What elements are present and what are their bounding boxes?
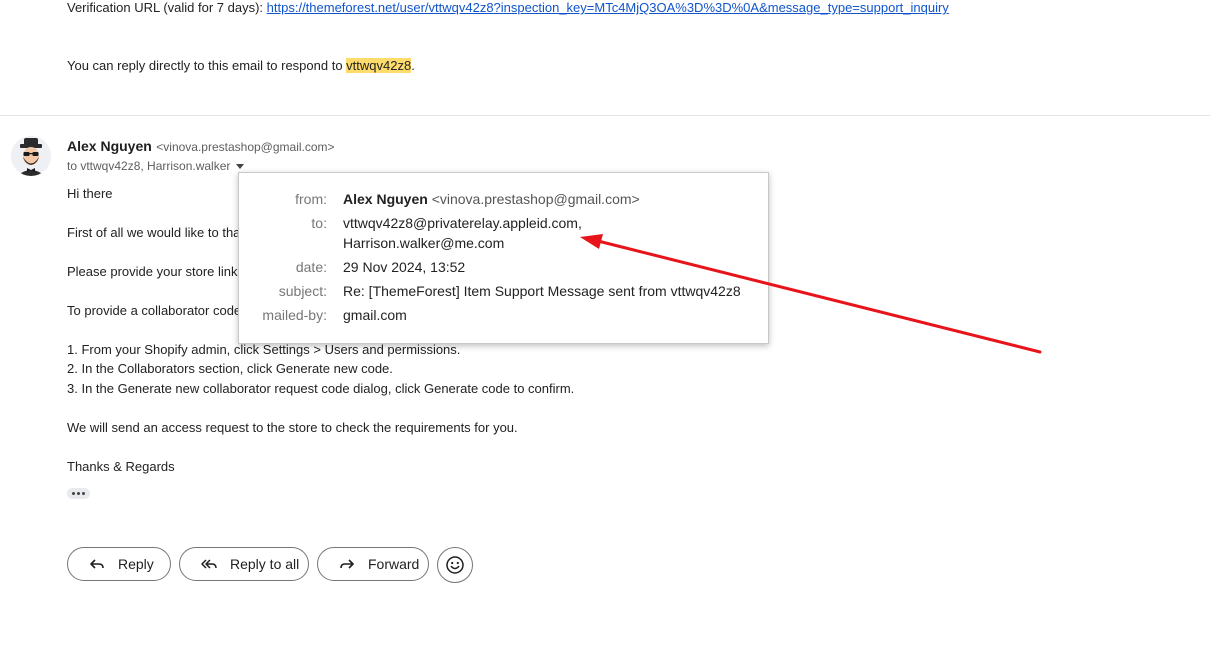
sender-name[interactable]: Alex Nguyen — [67, 138, 152, 154]
date-value: 29 Nov 2024, 13:52 — [343, 259, 466, 275]
more-dots-icon — [72, 492, 75, 495]
from-value: Alex Nguyen <vinova.prestashop@gmail.com… — [343, 189, 640, 209]
message-details-popup: from: Alex Nguyen <vinova.prestashop@gma… — [238, 172, 769, 344]
from-name: Alex Nguyen — [343, 191, 428, 207]
show-trimmed-content-button[interactable] — [67, 488, 90, 499]
reply-info-suffix: . — [411, 58, 415, 73]
reply-all-label: Reply to all — [230, 556, 300, 572]
body-line-2: Please provide your store link — [67, 264, 238, 279]
closing-info: We will send an access request to the st… — [67, 420, 518, 435]
sender-email: <vinova.prestashop@gmail.com> — [156, 140, 335, 154]
to-value-2: Harrison.walker@me.com — [343, 235, 505, 251]
step-3: 3. In the Generate new collaborator requ… — [67, 381, 575, 396]
subject-value: Re: [ThemeForest] Item Support Message s… — [343, 283, 741, 299]
step-1: 1. From your Shopify admin, click Settin… — [67, 342, 461, 357]
verification-link[interactable]: https://themeforest.net/user/vttwqv42z8?… — [267, 0, 949, 15]
from-email: <vinova.prestashop@gmail.com> — [431, 191, 640, 207]
emoji-reaction-button[interactable] — [437, 547, 473, 583]
message-divider — [0, 115, 1210, 116]
body-line-3: To provide a collaborator code — [67, 303, 242, 318]
forward-icon — [338, 555, 356, 573]
reply-info-line: You can reply directly to this email to … — [67, 58, 415, 74]
forward-button[interactable]: Forward — [317, 547, 429, 581]
body-line-1: First of all we would like to tha — [67, 225, 241, 240]
reply-all-icon — [200, 555, 218, 573]
more-dots-icon-dot — [77, 492, 80, 495]
date-label: date: — [295, 259, 327, 275]
recipients-line: to vttwqv42z8, Harrison.walker — [67, 158, 245, 174]
mailed-by-label: mailed-by: — [262, 307, 327, 323]
greeting: Hi there — [67, 186, 113, 201]
reply-all-button[interactable]: Reply to all — [179, 547, 309, 581]
signoff: Thanks & Regards — [67, 459, 175, 474]
sender-line: Alex Nguyen <vinova.prestashop@gmail.com… — [67, 138, 335, 155]
emoji-icon — [446, 556, 464, 574]
reply-info-prefix: You can reply directly to this email to … — [67, 58, 347, 73]
more-dots-icon-dot — [82, 492, 85, 495]
highlighted-username: vttwqv42z8 — [346, 58, 412, 73]
avatar[interactable] — [11, 136, 51, 176]
mailed-by-value: gmail.com — [343, 307, 407, 323]
avatar-hipster-icon — [11, 136, 51, 176]
to-label: to: — [311, 215, 327, 231]
reply-icon — [88, 555, 106, 573]
chevron-down-icon[interactable] — [236, 164, 245, 170]
verification-line: Verification URL (valid for 7 days): htt… — [67, 0, 949, 16]
reply-label: Reply — [118, 556, 154, 572]
from-label: from: — [295, 191, 327, 207]
to-value-1: vttwqv42z8@privaterelay.appleid.com, — [343, 215, 582, 231]
subject-label: subject: — [278, 283, 327, 299]
reply-button[interactable]: Reply — [67, 547, 171, 581]
recipients-summary: to vttwqv42z8, Harrison.walker — [67, 159, 231, 173]
forward-label: Forward — [368, 556, 420, 572]
step-2: 2. In the Collaborators section, click G… — [67, 361, 393, 376]
verification-label: Verification URL (valid for 7 days): — [67, 0, 267, 15]
